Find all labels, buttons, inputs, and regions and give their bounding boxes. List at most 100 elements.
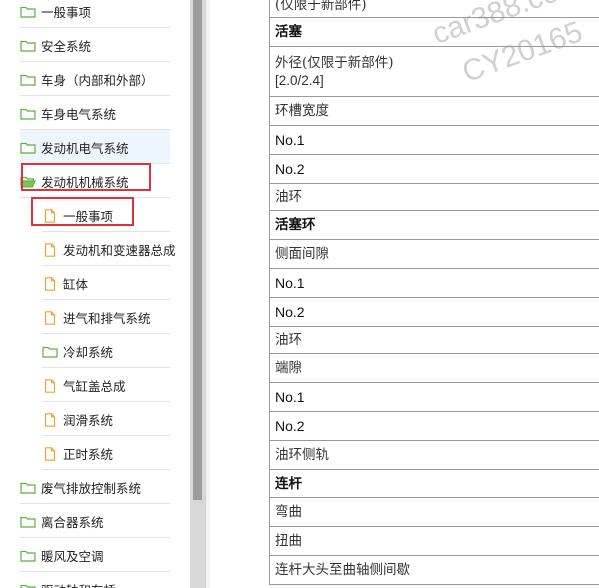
spec-table: (仅限于新部件) 活塞 外径(仅限于新部件) [2.0/2.4] 环槽宽度 No.1 No.… xyxy=(269,0,599,585)
table-cell: 弯曲 xyxy=(269,497,599,527)
table-row: No.2 xyxy=(269,154,599,184)
folder-icon xyxy=(20,39,36,52)
document-icon xyxy=(42,310,58,325)
tree-item[interactable]: 暖风及空调 xyxy=(20,538,170,572)
table-cell: 油环 xyxy=(269,183,599,211)
cell-text: 端隙 xyxy=(275,360,302,376)
table-cell: 扭曲 xyxy=(269,526,599,556)
tree-item-label: 一般事项 xyxy=(41,4,92,20)
tree-item-label: 离合器系统 xyxy=(41,514,104,530)
folder-icon xyxy=(20,5,36,18)
cell-text: (仅限于新部件) xyxy=(275,0,367,13)
cell-text: No.2 xyxy=(275,304,305,320)
cell-text: No.1 xyxy=(275,389,305,405)
folder-icon xyxy=(20,481,36,494)
navigation-tree: 一般事项 安全系统 车身（内部和外部） 车身电气系统 发动机电气系统 发动机机械系统 一般事… xyxy=(0,0,190,588)
document-icon xyxy=(42,378,58,393)
table-row: 弯曲 xyxy=(269,497,599,527)
folder-icon xyxy=(20,73,36,86)
table-row: 侧面间隙 xyxy=(269,239,599,269)
cell-text-secondary: [2.0/2.4] xyxy=(275,72,324,88)
document-icon xyxy=(42,276,58,291)
tree-item[interactable]: 发动机和变速器总成 xyxy=(42,232,176,266)
tree-item-label: 驱动轴和车桥 xyxy=(41,580,116,588)
tree-item-label: 冷却系统 xyxy=(63,344,114,360)
cell-text: 环槽宽度 xyxy=(275,103,329,119)
folder-icon xyxy=(20,515,36,528)
tree-item[interactable]: 正时系统 xyxy=(42,436,170,470)
tree-item-label: 车身（内部和外部） xyxy=(41,72,154,88)
tree-item[interactable]: 润滑系统 xyxy=(42,402,170,436)
table-row: 活塞环 xyxy=(269,210,599,240)
table-row: 油环侧轨 xyxy=(269,440,599,470)
folder-icon xyxy=(20,583,36,588)
table-cell: No.2 xyxy=(269,297,599,327)
tree-item-label: 发动机电气系统 xyxy=(41,140,129,156)
table-cell: 油环 xyxy=(269,326,599,354)
document-icon xyxy=(42,242,58,257)
tree-item[interactable]: 安全系统 xyxy=(20,28,170,62)
table-row: No.1 xyxy=(269,268,599,298)
table-row: 连杆 xyxy=(269,469,599,498)
table-row: 扭曲 xyxy=(269,526,599,556)
table-row: 油环 xyxy=(269,326,599,354)
cell-text: 油环 xyxy=(275,189,302,205)
table-row: No.2 xyxy=(269,297,599,327)
cell-text: 油环侧轨 xyxy=(275,447,329,463)
cell-text: 活塞 xyxy=(275,24,302,40)
tree-item-label: 正时系统 xyxy=(63,446,114,462)
highlight-box xyxy=(31,197,134,226)
table-cell: No.1 xyxy=(269,125,599,155)
tree-item[interactable]: 冷却系统 xyxy=(42,334,170,368)
tree-item[interactable]: 驱动轴和车桥 xyxy=(20,572,170,588)
table-row: No.1 xyxy=(269,125,599,155)
table-cell: No.1 xyxy=(269,382,599,412)
tree-item[interactable]: 缸体 xyxy=(42,266,170,300)
highlight-box xyxy=(21,163,151,191)
table-cell: 环槽宽度 xyxy=(269,96,599,126)
sidebar-scrollbar-thumb[interactable] xyxy=(193,0,202,500)
document-icon xyxy=(42,446,58,461)
table-row: No.1 xyxy=(269,382,599,412)
tree-item[interactable]: 废气排放控制系统 xyxy=(20,470,170,504)
table-row: 连杆大头至曲轴侧间歇 xyxy=(269,555,599,585)
folder-icon xyxy=(20,107,36,120)
table-cell: 油环侧轨 xyxy=(269,440,599,470)
table-cell: No.1 xyxy=(269,268,599,298)
table-cell: 侧面间隙 xyxy=(269,239,599,269)
cell-text: No.2 xyxy=(275,161,305,177)
cell-text: 侧面间隙 xyxy=(275,246,329,262)
spec-table-pane: (仅限于新部件) 活塞 外径(仅限于新部件) [2.0/2.4] 环槽宽度 No.1 No.… xyxy=(210,0,599,588)
tree-item[interactable]: 一般事项 xyxy=(20,0,170,28)
tree-item[interactable]: 气缸盖总成 xyxy=(42,368,170,402)
cell-text: No.1 xyxy=(275,132,305,148)
cell-text: 油环 xyxy=(275,332,302,348)
cell-text: 活塞环 xyxy=(275,217,316,233)
cell-text: No.2 xyxy=(275,418,305,434)
folder-icon xyxy=(20,141,36,154)
table-row: No.2 xyxy=(269,411,599,441)
tree-item-label: 暖风及空调 xyxy=(41,548,104,564)
tree-item[interactable]: 发动机电气系统 xyxy=(20,130,170,164)
tree-item[interactable]: 离合器系统 xyxy=(20,504,170,538)
folder-icon xyxy=(20,549,36,562)
document-icon xyxy=(42,412,58,427)
tree-item[interactable]: 车身电气系统 xyxy=(20,96,170,130)
tree-item-label: 缸体 xyxy=(63,276,89,292)
table-cell: 连杆大头至曲轴侧间歇 xyxy=(269,555,599,585)
tree-item-label: 进气和排气系统 xyxy=(63,310,151,326)
cell-text: 连杆大头至曲轴侧间歇 xyxy=(275,562,410,578)
tree-item[interactable]: 车身（内部和外部） xyxy=(20,62,170,96)
folder-icon xyxy=(42,345,58,358)
tree-item-label: 发动机和变速器总成 xyxy=(63,242,176,258)
tree-item-label: 气缸盖总成 xyxy=(63,378,126,394)
table-row: 环槽宽度 xyxy=(269,96,599,126)
cell-text: 连杆 xyxy=(275,475,302,492)
tree-item-label: 废气排放控制系统 xyxy=(41,480,142,496)
table-cell: 端隙 xyxy=(269,353,599,383)
tree-item[interactable]: 进气和排气系统 xyxy=(42,300,170,334)
table-cell: 活塞环 xyxy=(269,210,599,240)
table-cell: 连杆 xyxy=(269,469,599,498)
cell-text: 弯曲 xyxy=(275,504,302,520)
tree-item-label: 车身电气系统 xyxy=(41,106,117,122)
